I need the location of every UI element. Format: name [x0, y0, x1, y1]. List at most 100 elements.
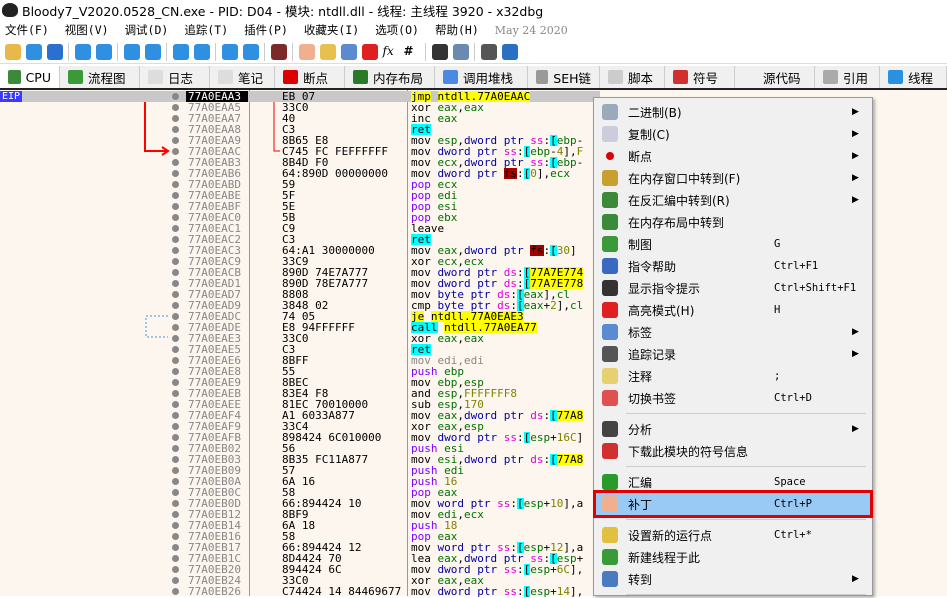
tab-6[interactable]: 调用堆栈 [435, 66, 528, 88]
breakpoint-dot[interactable] [172, 434, 179, 441]
run-to-user-code-icon[interactable] [242, 43, 259, 60]
menu-5[interactable]: 收藏夹(I) [304, 22, 359, 38]
menu-item-assemble[interactable]: 汇编 Space [596, 471, 870, 493]
breakpoint-dot[interactable] [172, 126, 179, 133]
breakpoint-dot[interactable] [172, 489, 179, 496]
breakpoint-dot[interactable] [172, 401, 179, 408]
breakpoint-dot[interactable] [172, 357, 179, 364]
breakpoint-dot[interactable] [172, 324, 179, 331]
disasm-row[interactable]: 77A0EB03 8B35 FC11A877 mov esi,dword ptr d… [0, 454, 600, 465]
breakpoint-dot[interactable] [172, 313, 179, 320]
step-into-icon[interactable] [123, 43, 140, 60]
comment-icon[interactable] [319, 43, 336, 60]
disasm-row[interactable]: 77A0EAC0 5B pop ebx [0, 212, 600, 223]
restart-icon[interactable] [25, 43, 42, 60]
breakpoint-dot[interactable] [172, 412, 179, 419]
tab-9[interactable]: 符号 [665, 66, 735, 88]
menu-item-footprints[interactable]: 追踪记录 ▶ [596, 343, 870, 365]
step-over-icon[interactable] [144, 43, 161, 60]
breakpoint-dot[interactable] [172, 203, 179, 210]
pause-icon[interactable] [95, 43, 112, 60]
menu-item-symbols[interactable]: 下载此模块的符号信息 [596, 440, 870, 462]
breakpoint-dot[interactable] [172, 390, 179, 397]
breakpoint-dot[interactable] [172, 258, 179, 265]
breakpoint-dot[interactable] [172, 423, 179, 430]
breakpoint-dot[interactable] [172, 588, 179, 595]
device-icon[interactable] [452, 43, 469, 60]
tab-8[interactable]: 脚本 [600, 66, 665, 88]
menu-1[interactable]: 视图(V) [65, 22, 109, 38]
breakpoint-dot[interactable] [172, 159, 179, 166]
menu-7[interactable]: 帮助(H) [435, 22, 479, 38]
menu-item-breakpoint[interactable]: 断点 ▶ [596, 145, 870, 167]
tab-12[interactable]: 线程 [880, 66, 947, 88]
disasm-row[interactable]: 77A0EABF 5E pop esi [0, 201, 600, 212]
breakpoint-dot[interactable] [172, 214, 179, 221]
label-icon[interactable] [340, 43, 357, 60]
menu-item-origin[interactable]: 设置新的运行点 Ctrl+* [596, 524, 870, 546]
disasm-row[interactable]: 77A0EABD 59 pop ecx [0, 179, 600, 190]
breakpoint-dot[interactable] [172, 379, 179, 386]
menu-item-tree[interactable]: 制图 G [596, 233, 870, 255]
breakpoint-dot[interactable] [172, 115, 179, 122]
breakpoint-dot[interactable] [172, 577, 179, 584]
breakpoint-dot[interactable] [172, 236, 179, 243]
scylla-icon[interactable] [270, 43, 287, 60]
breakpoint-dot[interactable] [172, 522, 179, 529]
disasm-row[interactable]: 77A0EAA7 40 inc eax [0, 113, 600, 124]
breakpoint-dot[interactable] [172, 302, 179, 309]
menu-6[interactable]: 选项(O) [375, 22, 419, 38]
breakpoint-dot[interactable] [172, 192, 179, 199]
breakpoint-dot[interactable] [172, 533, 179, 540]
breakpoint-dot[interactable] [172, 104, 179, 111]
trace-over-icon[interactable] [193, 43, 210, 60]
menu-item-copy[interactable]: 复制(C) ▶ [596, 123, 870, 145]
menu-item-patch-bandage[interactable]: 补丁 Ctrl+P [593, 490, 873, 518]
tab-2[interactable]: 日志 [140, 66, 210, 88]
breakpoint-dot[interactable] [172, 511, 179, 518]
breakpoint-dot[interactable] [172, 280, 179, 287]
breakpoint-dot[interactable] [172, 555, 179, 562]
menu-item-memory-map[interactable]: 在内存布局中转到 [596, 211, 870, 233]
menu-item-bookmark[interactable]: 切换书签 Ctrl+D [596, 387, 870, 409]
menu-item-new-thread[interactable]: 新建线程于此 [596, 546, 870, 568]
open-icon[interactable] [4, 43, 21, 60]
breakpoint-dot[interactable] [172, 368, 179, 375]
breakpoint-dot[interactable] [172, 247, 179, 254]
disasm-row[interactable]: 77A0EABE 5F pop edi [0, 190, 600, 201]
disasm-row[interactable]: 77A0EAA5 33C0 xor eax,eax [0, 102, 600, 113]
breakpoint-dot[interactable] [172, 137, 179, 144]
disasm-row[interactable]: 77A0EAE3 33C0 xor eax,eax [0, 333, 600, 344]
breakpoint-dot[interactable] [172, 93, 179, 100]
tab-4[interactable]: 断点 [275, 66, 345, 88]
disasm-row[interactable]: 77A0EB0A 6A 16 push 16 [0, 476, 600, 487]
menu-2[interactable]: 调试(D) [125, 22, 169, 38]
run-icon[interactable] [74, 43, 91, 60]
menu-item-magic-wand[interactable]: 分析 ▶ [596, 418, 870, 440]
menu-item-label[interactable]: 标签 ▶ [596, 321, 870, 343]
execute-till-return-icon[interactable] [221, 43, 238, 60]
bookmark-icon[interactable] [361, 43, 378, 60]
function-icon[interactable]: fx [383, 44, 399, 60]
menu-0[interactable]: 文件(F) [5, 22, 49, 38]
tab-3[interactable]: 笔记 [210, 66, 275, 88]
menu-item-binary[interactable]: 二进制(B) ▶ [596, 101, 870, 123]
menu-item-goto-car[interactable]: 转到 ▶ [596, 568, 870, 590]
font-icon[interactable] [431, 43, 448, 60]
menu-item-penguin[interactable]: 显示指令提示 Ctrl+Shift+F1 [596, 277, 870, 299]
breakpoint-dot[interactable] [172, 269, 179, 276]
breakpoint-dot[interactable] [172, 225, 179, 232]
breakpoint-dot[interactable] [172, 478, 179, 485]
globe-icon[interactable] [501, 43, 518, 60]
breakpoint-dot[interactable] [172, 148, 179, 155]
tab-11[interactable]: 引用 [815, 66, 880, 88]
disasm-row[interactable]: 77A0EAC1 C9 leave [0, 223, 600, 234]
hash-icon[interactable]: # [404, 44, 420, 60]
tab-0[interactable]: CPU [0, 66, 60, 88]
tab-5[interactable]: 内存布局 [345, 66, 435, 88]
disasm-row[interactable]: 77A0EAE6 8BFF mov edi,edi [0, 355, 600, 366]
disasm-row[interactable]: 77A0EB26 C74424 14 84469677 mov dword ptr … [0, 586, 600, 597]
breakpoint-dot[interactable] [172, 445, 179, 452]
menu-item-help-book[interactable]: 指令帮助 Ctrl+F1 [596, 255, 870, 277]
breakpoint-dot[interactable] [172, 291, 179, 298]
